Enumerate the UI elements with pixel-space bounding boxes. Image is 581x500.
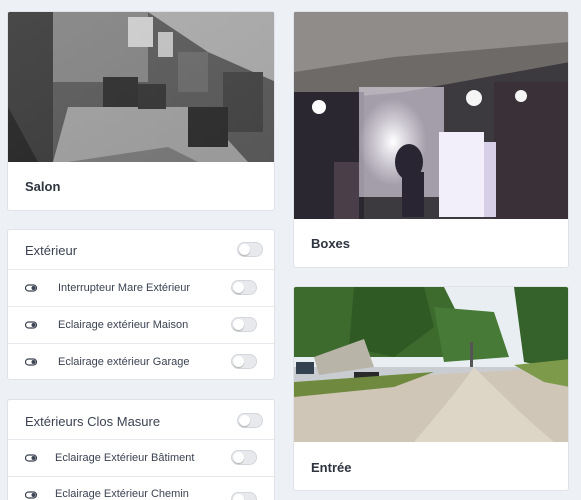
toggle-icon: [25, 284, 37, 292]
switch-label: Eclairage Extérieur Chemin: [55, 488, 189, 500]
camera-feed-entree[interactable]: [294, 287, 569, 442]
switch-label: Eclairage extérieur Maison: [58, 319, 189, 331]
group-toggle-exterieur[interactable]: [237, 242, 263, 257]
toggle-icon: [25, 321, 37, 329]
group-title: Extérieurs Clos Masure: [25, 414, 161, 429]
camera-title-boxes: Boxes: [311, 236, 351, 251]
group-card-clos-masure: Extérieurs Clos Masure Eclairage Extérie…: [7, 399, 275, 500]
switch-label: Eclairage Extérieur Bâtiment: [55, 452, 195, 464]
camera-card-entree[interactable]: Entrée: [293, 286, 569, 491]
camera-feed-boxes[interactable]: [294, 12, 569, 219]
switch-toggle[interactable]: [231, 354, 257, 369]
toggle-icon: [25, 491, 37, 499]
group-card-exterieur: Extérieur Interrupteur Mare Extérieur Ec…: [7, 229, 275, 380]
group-title: Extérieur: [25, 243, 78, 258]
switch-toggle[interactable]: [231, 317, 257, 332]
switch-toggle[interactable]: [231, 280, 257, 295]
switch-row-batiment[interactable]: Eclairage Extérieur Bâtiment: [8, 440, 274, 477]
camera-title-entree: Entrée: [311, 460, 352, 475]
camera-card-boxes[interactable]: Boxes: [293, 11, 569, 268]
switch-label: Interrupteur Mare Extérieur: [58, 282, 191, 294]
switch-row-maison[interactable]: Eclairage extérieur Maison: [8, 307, 274, 344]
group-header: Extérieur: [8, 230, 274, 270]
camera-title-salon: Salon: [25, 179, 61, 194]
toggle-icon: [25, 454, 37, 462]
camera-feed-salon[interactable]: [8, 12, 275, 162]
toggle-icon: [25, 358, 37, 366]
switch-toggle[interactable]: [231, 492, 257, 500]
switch-row-garage[interactable]: Eclairage extérieur Garage: [8, 344, 274, 379]
switch-row-chemin[interactable]: Eclairage Extérieur Chemin: [8, 477, 274, 500]
group-toggle-clos-masure[interactable]: [237, 413, 263, 428]
switch-toggle[interactable]: [231, 450, 257, 465]
switch-row-mare[interactable]: Interrupteur Mare Extérieur: [8, 270, 274, 307]
camera-card-salon[interactable]: Salon: [7, 11, 275, 211]
group-header: Extérieurs Clos Masure: [8, 400, 274, 440]
switch-label: Eclairage extérieur Garage: [58, 356, 190, 368]
